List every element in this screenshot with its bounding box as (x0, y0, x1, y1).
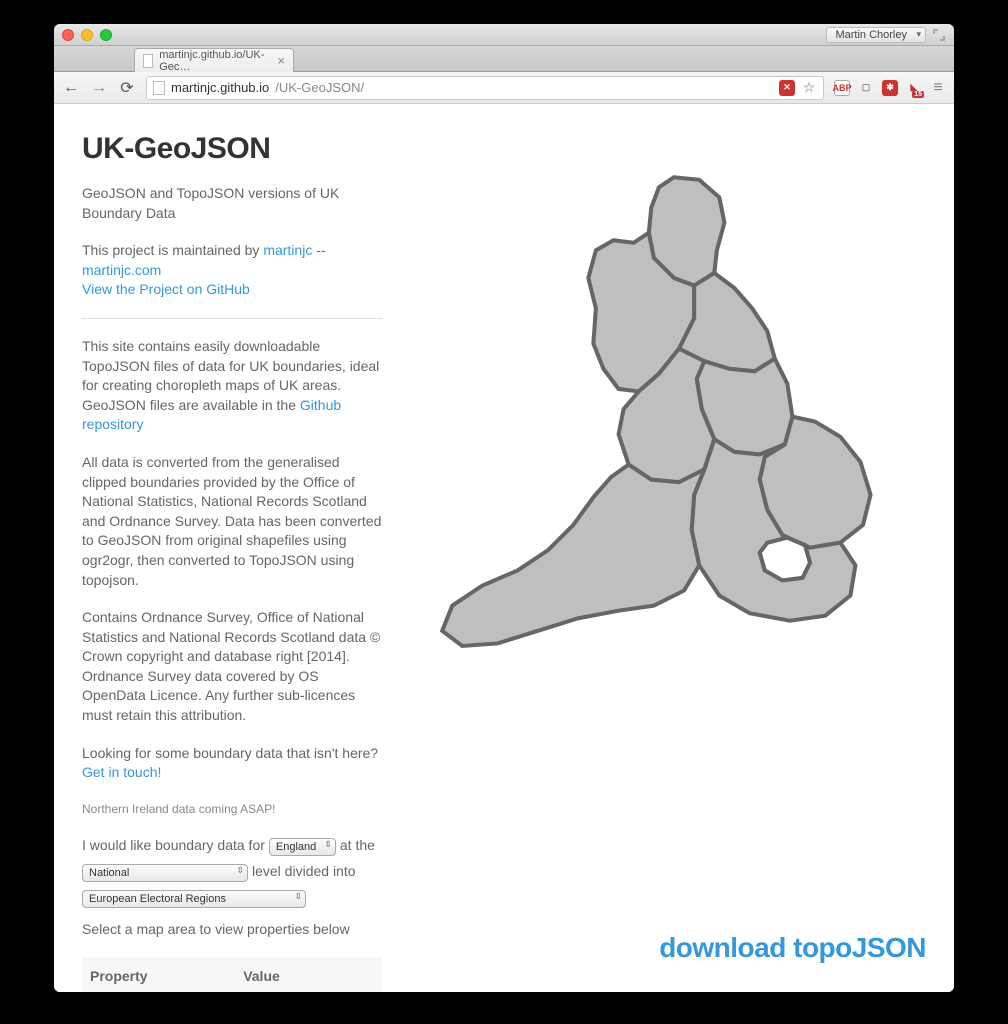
bookmark-star-icon[interactable]: ☆ (801, 80, 817, 96)
sidebar: UK-GeoJSON GeoJSON and TopoJSON versions… (82, 128, 382, 968)
england-map[interactable] (422, 128, 926, 922)
division-select[interactable]: European Electoral Regions (82, 890, 306, 908)
url-host: martinjc.github.io (171, 80, 269, 95)
extension-icon[interactable]: ✕ (779, 80, 795, 96)
back-button[interactable]: ← (62, 79, 80, 97)
download-link-row: download topoJSON (422, 922, 926, 968)
form-row-level: National level divided into (82, 862, 382, 882)
contact-link[interactable]: Get in touch! (82, 764, 161, 780)
intro-paragraph: This site contains easily downloadable T… (82, 337, 382, 435)
ni-note: Northern Ireland data coming ASAP! (82, 801, 382, 818)
hamburger-menu-icon[interactable]: ≡ (930, 80, 946, 96)
window-titlebar: Martin Chorley (54, 24, 954, 46)
close-tab-icon[interactable]: × (277, 53, 285, 68)
extension-badge: 15 (912, 91, 924, 98)
address-bar[interactable]: martinjc.github.io/UK-GeoJSON/ ✕ ☆ (146, 76, 824, 100)
maintainer-site-link[interactable]: martinjc.com (82, 262, 161, 278)
traffic-lights (62, 29, 112, 41)
maintainer-line: This project is maintained by martinjc -… (82, 241, 382, 300)
page-icon (143, 54, 153, 68)
divider (82, 318, 382, 319)
page-subtitle: GeoJSON and TopoJSON versions of UK Boun… (82, 184, 382, 223)
abp-extension-icon[interactable]: ABP (834, 80, 850, 96)
site-icon (153, 81, 165, 95)
pinboard-extension-icon[interactable]: ◣15 (906, 80, 922, 96)
fullscreen-icon[interactable] (932, 28, 946, 42)
reload-button[interactable]: ⟳ (118, 78, 136, 98)
country-select[interactable]: England (269, 838, 336, 856)
conversion-paragraph: All data is converted from the generalis… (82, 453, 382, 590)
map-panel: download topoJSON (422, 128, 926, 968)
col-property: Property (82, 957, 235, 992)
attribution-paragraph: Contains Ordnance Survey, Office of Nati… (82, 608, 382, 726)
download-topojson-link[interactable]: download topoJSON (659, 932, 926, 963)
col-value: Value (235, 957, 382, 992)
profile-button[interactable]: Martin Chorley (826, 27, 926, 43)
level-select[interactable]: National (82, 864, 248, 882)
tab-title: martinjc.github.io/UK-Gec… (159, 49, 271, 73)
region-south-west[interactable] (442, 465, 704, 646)
contact-paragraph: Looking for some boundary data that isn'… (82, 744, 382, 783)
extension-icon-2[interactable]: ✱ (882, 80, 898, 96)
github-link[interactable]: View the Project on GitHub (82, 281, 250, 297)
tab-bar: martinjc.github.io/UK-Gec… × (54, 46, 954, 72)
map-hint: Select a map area to view properties bel… (82, 920, 382, 940)
form-row-division: European Electoral Regions (82, 888, 382, 908)
forward-button[interactable]: → (90, 79, 108, 97)
url-path: /UK-GeoJSON/ (275, 80, 364, 95)
browser-window: Martin Chorley martinjc.github.io/UK-Gec… (54, 24, 954, 992)
minimize-window-button[interactable] (81, 29, 93, 41)
toolbar: ← → ⟳ martinjc.github.io/UK-GeoJSON/ ✕ ☆… (54, 72, 954, 104)
extension-tray: ABP ▢ ✱ ◣15 ≡ (834, 80, 946, 96)
maximize-window-button[interactable] (100, 29, 112, 41)
page-title: UK-GeoJSON (82, 128, 382, 170)
map-container (422, 128, 926, 922)
page-content: UK-GeoJSON GeoJSON and TopoJSON versions… (54, 104, 954, 992)
browser-tab[interactable]: martinjc.github.io/UK-Gec… × (134, 48, 294, 72)
close-window-button[interactable] (62, 29, 74, 41)
cast-icon[interactable]: ▢ (858, 80, 874, 96)
maintainer-link[interactable]: martinjc (263, 242, 312, 258)
properties-table: Property Value EER13CDE15000007 EER13CDO… (82, 957, 382, 992)
form-row-country: I would like boundary data for England a… (82, 836, 382, 856)
